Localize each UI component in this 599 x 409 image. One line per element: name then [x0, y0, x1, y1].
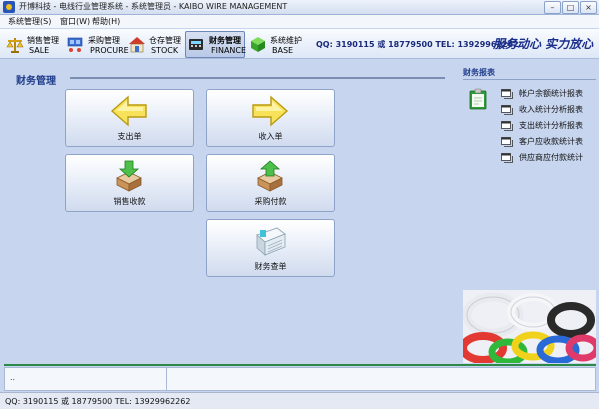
minimize-button[interactable]: –	[544, 1, 561, 14]
box-down-icon	[116, 160, 142, 192]
menu-window[interactable]: 窗口(W)	[60, 16, 90, 27]
cable-coils-illustration	[463, 290, 596, 363]
account-query-label: 财务查单	[254, 262, 287, 271]
report-icon	[501, 121, 513, 131]
toolbar-stock-en: STOCK	[151, 46, 179, 55]
report-label: 供应商应付款统计	[519, 153, 583, 162]
toolbar-sale-button[interactable]: 销售管理 SALE	[3, 31, 63, 58]
cart-icon	[67, 37, 83, 52]
app-icon	[3, 1, 15, 13]
toolbar-procure-en: PROCURE	[90, 46, 129, 55]
toolbar-base-button[interactable]: 系统维护 BASE	[246, 31, 306, 58]
reports-title: 财务报表	[463, 68, 495, 77]
close-button[interactable]: ×	[580, 1, 597, 14]
report-icon	[501, 105, 513, 115]
scale-icon	[6, 38, 24, 53]
toolbar-finance-en: FINANCE	[211, 46, 247, 55]
arrow-left-icon	[110, 95, 147, 127]
purchase-payment-label: 采购付款	[254, 197, 287, 206]
arrow-right-icon	[252, 95, 289, 127]
income-button[interactable]: 收入单	[206, 89, 335, 147]
expense-button[interactable]: 支出单	[65, 89, 194, 147]
toolbar-stock-cn: 仓存管理	[149, 36, 181, 45]
message-text: ..	[10, 373, 16, 382]
account-query-button[interactable]: 财务查单	[206, 219, 335, 277]
status-divider-line	[4, 364, 596, 366]
report-icon	[501, 137, 513, 147]
sales-receipt-button[interactable]: 销售收款	[65, 154, 194, 212]
menu-help[interactable]: 帮助(H)	[92, 16, 120, 27]
contact-info: QQ: 3190115 或 18779500 TEL: 13929962262	[316, 40, 519, 49]
toolbar-base-en: BASE	[272, 46, 294, 55]
toolbar-base-cn: 系统维护	[270, 36, 302, 45]
finance-icon	[189, 39, 203, 50]
window-title: 开博科技 - 电线行业管理系统 - 系统管理员 - KAIBO WIRE MAN…	[19, 2, 288, 11]
menu-system[interactable]: 系统管理(S)	[8, 16, 51, 27]
report-board-icon	[469, 88, 487, 110]
cube-icon	[251, 37, 265, 52]
maximize-button[interactable]: □	[562, 1, 579, 14]
report-label: 收入统计分析报表	[519, 105, 583, 114]
sales-receipt-label: 销售收款	[113, 197, 146, 206]
income-label: 收入单	[258, 132, 283, 141]
slogan: 服务动心 实力放心	[493, 37, 594, 51]
report-icon	[501, 89, 513, 99]
status-bar: QQ: 3190115 或 18779500 TEL: 13929962262	[0, 392, 599, 409]
toolbar-stock-button[interactable]: 仓存管理 STOCK	[125, 31, 185, 58]
cable-product-image	[463, 290, 596, 363]
menu-bar: 系统管理(S) 窗口(W) 帮助(H)	[0, 15, 599, 28]
toolbar-procure-cn: 采购管理	[88, 36, 120, 45]
report-label: 帐户余额统计报表	[519, 89, 583, 98]
toolbar-sale-en: SALE	[29, 46, 50, 55]
toolbar-sale-cn: 销售管理	[27, 36, 59, 45]
toolbar-finance-button[interactable]: 财务管理 FINANCE	[185, 31, 247, 58]
box-up-icon	[257, 160, 283, 192]
expense-label: 支出单	[117, 132, 142, 141]
toolbar-finance-cn: 财务管理	[209, 36, 241, 45]
report-label: 支出统计分析报表	[519, 121, 583, 130]
message-panel: ..	[4, 367, 596, 391]
module-toolbar: 销售管理 SALE 采购管理 PROCURE 仓存管理 STOCK 财务管理 F…	[0, 29, 599, 59]
message-panel-separator	[166, 368, 167, 390]
warehouse-icon	[129, 37, 145, 53]
report-icon	[501, 153, 513, 163]
status-contact: QQ: 3190115 或 18779500 TEL: 13929962262	[5, 397, 191, 406]
purchase-payment-button[interactable]: 采购付款	[206, 154, 335, 212]
section-title: 财务管理	[16, 76, 56, 87]
ledger-icon	[256, 227, 286, 256]
title-bar: 开博科技 - 电线行业管理系统 - 系统管理员 - KAIBO WIRE MAN…	[0, 0, 599, 15]
reports-divider	[463, 79, 596, 80]
report-label: 客户应收款统计表	[519, 137, 583, 146]
section-divider	[70, 77, 445, 79]
toolbar-procure-button[interactable]: 采购管理 PROCURE	[64, 31, 129, 58]
